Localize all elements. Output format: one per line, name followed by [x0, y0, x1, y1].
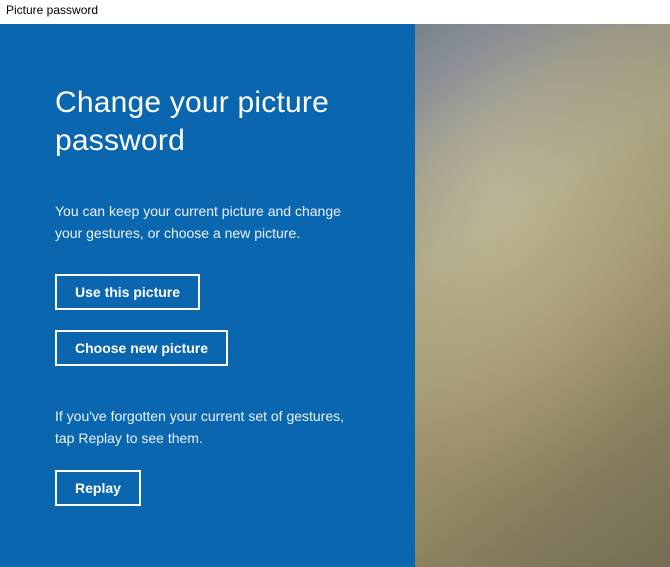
replay-button[interactable]: Replay [55, 470, 141, 506]
page-heading: Change your picture password [55, 84, 360, 159]
window-title: Picture password [6, 3, 98, 17]
replay-hint-text: If you've forgotten your current set of … [55, 406, 345, 449]
choose-new-picture-button[interactable]: Choose new picture [55, 330, 228, 366]
use-this-picture-button[interactable]: Use this picture [55, 274, 200, 310]
picture-preview [415, 24, 670, 567]
window-titlebar: Picture password [0, 0, 670, 24]
intro-text: You can keep your current picture and ch… [55, 201, 345, 244]
instruction-panel: Change your picture password You can kee… [0, 24, 415, 567]
main-area: Change your picture password You can kee… [0, 24, 670, 567]
background-picture [415, 24, 670, 567]
